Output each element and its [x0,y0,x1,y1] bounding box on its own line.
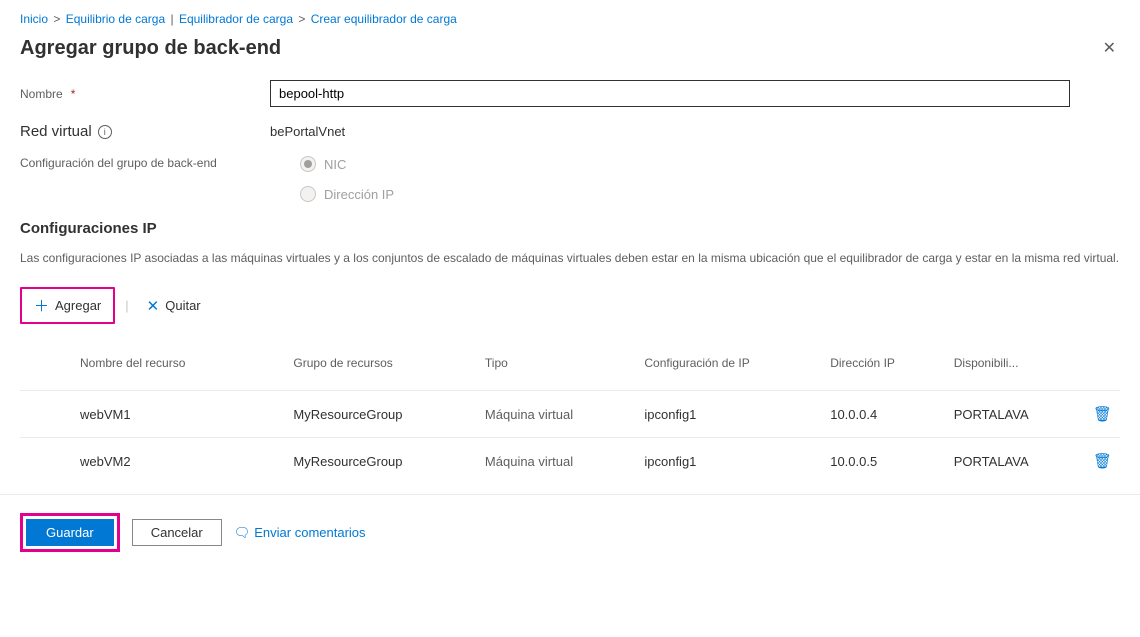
breadcrumb-item-3[interactable]: Crear equilibrador de carga [311,12,457,26]
chevron-right-icon: > [298,12,305,26]
breadcrumb-item-1[interactable]: Equilibrio de carga [66,12,165,26]
feedback-icon: 🗨 [234,525,251,541]
cell-ip: 10.0.0.5 [822,438,946,485]
chevron-right-icon: > [53,12,60,26]
col-ip[interactable]: Dirección IP [822,342,946,391]
ip-config-table: Nombre del recurso Grupo de recursos Tip… [20,342,1120,484]
x-icon: ✕ [147,297,160,315]
delete-icon[interactable]: 🗑 [1093,406,1112,423]
ip-config-title: Configuraciones IP [20,220,1120,237]
cell-ip: 10.0.0.4 [822,391,946,438]
col-rg[interactable]: Grupo de recursos [285,342,477,391]
add-button[interactable]: ＋ Agregar [26,291,109,320]
cell-ipconfig: ipconfig1 [636,438,822,485]
vnet-label: Red virtual i [20,123,270,140]
cell-rg: MyResourceGroup [285,391,477,438]
toolbar-separator: | [125,298,128,313]
remove-button[interactable]: ✕ Quitar [139,293,209,319]
breadcrumb-item-2[interactable]: Equilibrador de carga [179,12,293,26]
name-label: Nombre* [20,87,270,101]
cell-type: Máquina virtual [477,391,636,438]
cancel-button[interactable]: Cancelar [132,519,222,546]
ip-config-help: Las configuraciones IP asociadas a las m… [20,249,1120,267]
table-row[interactable]: webVM2MyResourceGroupMáquina virtualipco… [20,438,1120,485]
col-ipconfig[interactable]: Configuración de IP [636,342,822,391]
backend-config-label: Configuración del grupo de back-end [20,156,270,170]
table-row[interactable]: webVM1MyResourceGroupMáquina virtualipco… [20,391,1120,438]
cell-type: Máquina virtual [477,438,636,485]
pipe-sep: | [170,12,173,26]
feedback-link[interactable]: 🗨 Enviar comentarios [234,525,366,541]
plus-icon: ＋ [34,295,49,316]
info-icon[interactable]: i [98,125,112,139]
cell-resource: webVM1 [20,391,285,438]
radio-icon [300,186,316,202]
breadcrumb: Inicio > Equilibrio de carga | Equilibra… [0,0,1140,30]
cell-rg: MyResourceGroup [285,438,477,485]
name-input[interactable] [270,80,1070,107]
col-resource[interactable]: Nombre del recurso [20,342,285,391]
cell-avail: PORTALAVA [946,438,1085,485]
close-icon[interactable]: ✕ [1099,34,1120,62]
col-avail[interactable]: Disponibili... [946,342,1085,391]
col-type[interactable]: Tipo [477,342,636,391]
radio-icon [300,156,316,172]
radio-nic[interactable]: NIC [300,156,394,172]
breadcrumb-home[interactable]: Inicio [20,12,48,26]
delete-icon[interactable]: 🗑 [1093,453,1112,470]
cell-avail: PORTALAVA [946,391,1085,438]
cell-resource: webVM2 [20,438,285,485]
backend-config-radios: NIC Dirección IP [300,156,394,202]
radio-ip[interactable]: Dirección IP [300,186,394,202]
page-title: Agregar grupo de back-end [20,37,281,60]
save-button[interactable]: Guardar [26,519,114,546]
vnet-value: bePortalVnet [270,124,345,139]
cell-ipconfig: ipconfig1 [636,391,822,438]
